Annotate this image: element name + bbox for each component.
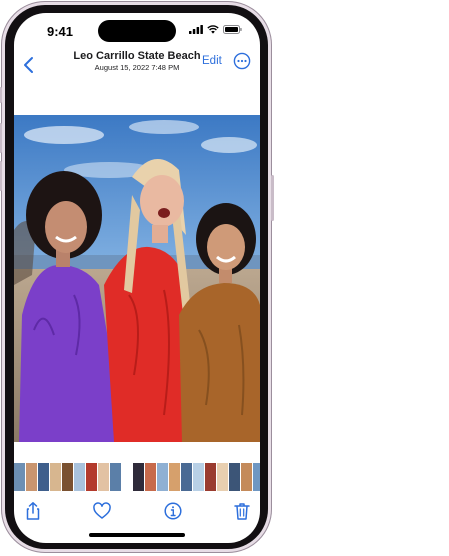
home-indicator[interactable] [89,533,185,537]
info-icon[interactable] [163,501,183,521]
status-time: 9:41 [47,24,74,39]
chevron-left-icon[interactable] [19,54,41,76]
filmstrip-thumbnail[interactable] [253,463,260,491]
dynamic-island [98,20,176,42]
bottom-toolbar [14,497,260,527]
status-bar: 9:41 [14,13,260,49]
phone-screen: 9:41 Leo Carrillo State Beach August 15,… [14,13,260,543]
photo-filmstrip[interactable] [14,463,260,491]
filmstrip-thumbnail[interactable] [169,463,180,491]
filmstrip-thumbnail[interactable] [74,463,85,491]
trash-icon[interactable] [232,501,252,521]
iphone-frame: 9:41 Leo Carrillo State Beach August 15,… [0,1,274,553]
edit-button[interactable]: Edit [202,54,222,68]
filmstrip-thumbnail[interactable] [205,463,216,491]
volume-down-button [0,161,2,191]
power-button [271,175,274,221]
action-button [0,87,2,103]
wifi-icon [207,25,219,34]
filmstrip-thumbnail[interactable] [181,463,192,491]
volume-up-button [0,123,2,153]
battery-icon [223,25,242,34]
filmstrip-thumbnail[interactable] [26,463,37,491]
filmstrip-thumbnail[interactable] [98,463,109,491]
photo-date-subtitle: August 15, 2022 7:48 PM [94,63,180,72]
filmstrip-thumbnail[interactable] [157,463,168,491]
status-icons [189,25,242,34]
filmstrip-thumbnail[interactable] [62,463,73,491]
filmstrip-thumbnail[interactable] [50,463,61,491]
filmstrip-thumbnail[interactable] [38,463,49,491]
photo-title-block: Leo Carrillo State Beach August 15, 2022… [54,50,220,73]
filmstrip-thumbnail[interactable] [14,463,25,491]
filmstrip-thumbnail[interactable] [86,463,97,491]
photo-three-friends-beach[interactable] [14,115,260,442]
filmstrip-thumbnail[interactable] [110,463,121,491]
photo-location-title: Leo Carrillo State Beach [73,50,201,62]
filmstrip-thumbnail[interactable] [217,463,228,491]
filmstrip-thumbnail[interactable] [193,463,204,491]
heart-icon[interactable] [92,501,112,521]
navigation-bar: Leo Carrillo State Beach August 15, 2022… [14,49,260,85]
filmstrip-thumbnail[interactable] [145,463,156,491]
filmstrip-thumbnail[interactable] [229,463,240,491]
share-icon[interactable] [23,501,43,521]
filmstrip-current-gap [122,463,132,491]
ellipsis-circle-icon[interactable] [233,52,251,70]
cellular-signal-icon [189,25,203,34]
filmstrip-thumbnail[interactable] [133,463,144,491]
filmstrip-thumbnail[interactable] [241,463,252,491]
